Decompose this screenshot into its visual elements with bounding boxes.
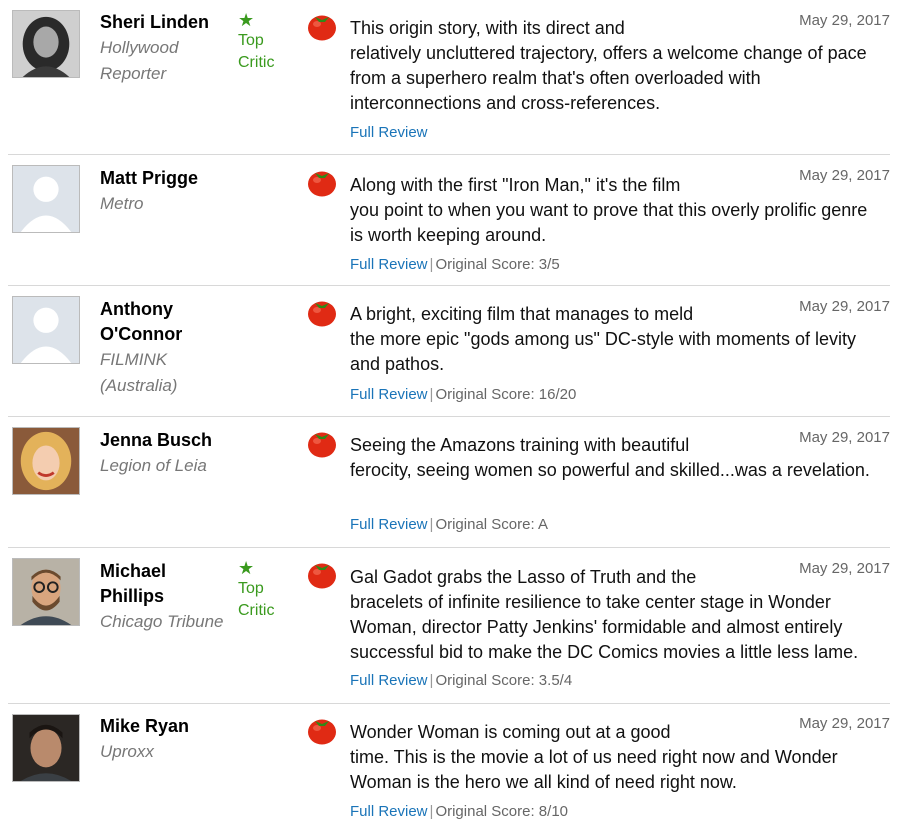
publication-name[interactable]: FILMINK (Australia) [100, 347, 230, 399]
critic-name[interactable]: Sheri Linden [100, 10, 230, 35]
review-row: Michael Phillips Chicago Tribune ★ Top C… [8, 548, 890, 703]
quote-rest: bracelets of infinite resilience to take… [350, 592, 859, 662]
review-quote: A bright, exciting film that manages to … [350, 302, 885, 377]
top-critic-badge: ★ Top Critic [238, 10, 298, 74]
critic-name[interactable]: Michael Phillips [100, 559, 230, 609]
fresh-tomato-icon [306, 714, 338, 746]
publication-name[interactable]: Uproxx [100, 739, 230, 765]
quote-rest: you point to when you want to prove that… [350, 200, 868, 245]
woman-dark-hair-photo[interactable] [12, 10, 80, 78]
top-critic-label: Top Critic [238, 32, 275, 71]
full-review-link[interactable]: Full Review [350, 386, 428, 403]
quote-first-line: Gal Gadot grabs the Lasso of Truth and t… [350, 567, 697, 587]
review-row: Sheri Linden Hollywood Reporter ★ Top Cr… [8, 0, 890, 154]
review-quote: This origin story, with its direct and re… [350, 16, 885, 116]
review-row: Mike Ryan Uproxx May 29, 2017 Wonder Wom… [8, 704, 890, 831]
quote-rest: the more epic "gods among us" DC-style w… [350, 329, 856, 374]
review-quote: Gal Gadot grabs the Lasso of Truth and t… [350, 565, 885, 665]
full-review-link[interactable]: Full Review [350, 516, 428, 533]
full-review-link[interactable]: Full Review [350, 803, 428, 820]
original-score: Original Score: A [435, 516, 548, 533]
original-score: Original Score: 3.5/4 [435, 672, 573, 689]
publication-name[interactable]: Hollywood Reporter [100, 35, 230, 87]
man-glasses-beard-photo[interactable] [12, 558, 80, 626]
quote-rest: relatively uncluttered trajectory, offer… [350, 43, 867, 113]
review-row: Jenna Busch Legion of Leia May 29, 2017 … [8, 417, 890, 547]
full-review-link[interactable]: Full Review [350, 672, 428, 689]
original-score: Original Score: 3/5 [435, 256, 560, 273]
original-score: Original Score: 16/20 [435, 386, 577, 403]
review-quote: Wonder Woman is coming out at a good time… [350, 720, 885, 795]
critic-name[interactable]: Mike Ryan [100, 714, 230, 739]
star-icon: ★ [238, 10, 255, 30]
full-review-link[interactable]: Full Review [350, 124, 428, 141]
full-review-link[interactable]: Full Review [350, 256, 428, 273]
review-row: Matt Prigge Metro May 29, 2017 Along wit… [8, 155, 890, 285]
quote-first-line: A bright, exciting film that manages to … [350, 304, 694, 324]
publication-name[interactable]: Legion of Leia [100, 453, 230, 479]
fresh-tomato-icon [306, 296, 338, 328]
review-quote: Seeing the Amazons training with beautif… [350, 433, 885, 483]
publication-name[interactable]: Chicago Tribune [100, 609, 230, 635]
quote-first-line: This origin story, with its direct and [350, 18, 625, 38]
quote-first-line: Along with the first "Iron Man," it's th… [350, 175, 681, 195]
fresh-tomato-icon [306, 10, 338, 42]
critic-name[interactable]: Matt Prigge [100, 166, 230, 191]
critic-name[interactable]: Jenna Busch [100, 428, 230, 453]
publication-name[interactable]: Metro [100, 191, 230, 217]
top-critic-badge: ★ Top Critic [238, 558, 298, 622]
default-avatar-icon[interactable] [12, 165, 80, 233]
quote-rest: time. This is the movie a lot of us need… [350, 747, 838, 792]
woman-blonde-photo[interactable] [12, 427, 80, 495]
review-row: Anthony O'Connor FILMINK (Australia) May… [8, 286, 890, 416]
original-score: Original Score: 8/10 [435, 803, 569, 820]
quote-first-line: Wonder Woman is coming out at a good [350, 722, 671, 742]
review-quote: Along with the first "Iron Man," it's th… [350, 173, 885, 248]
quote-first-line: Seeing the Amazons training with beautif… [350, 435, 690, 455]
fresh-tomato-icon [306, 166, 338, 198]
fresh-tomato-icon [306, 427, 338, 459]
top-critic-label: Top Critic [238, 580, 275, 619]
default-avatar-icon[interactable] [12, 296, 80, 364]
quote-rest: ferocity, seeing women so powerful and s… [350, 460, 870, 480]
man-dark-photo[interactable] [12, 714, 80, 782]
star-icon: ★ [238, 558, 255, 578]
fresh-tomato-icon [306, 558, 338, 590]
critic-name[interactable]: Anthony O'Connor [100, 297, 230, 347]
